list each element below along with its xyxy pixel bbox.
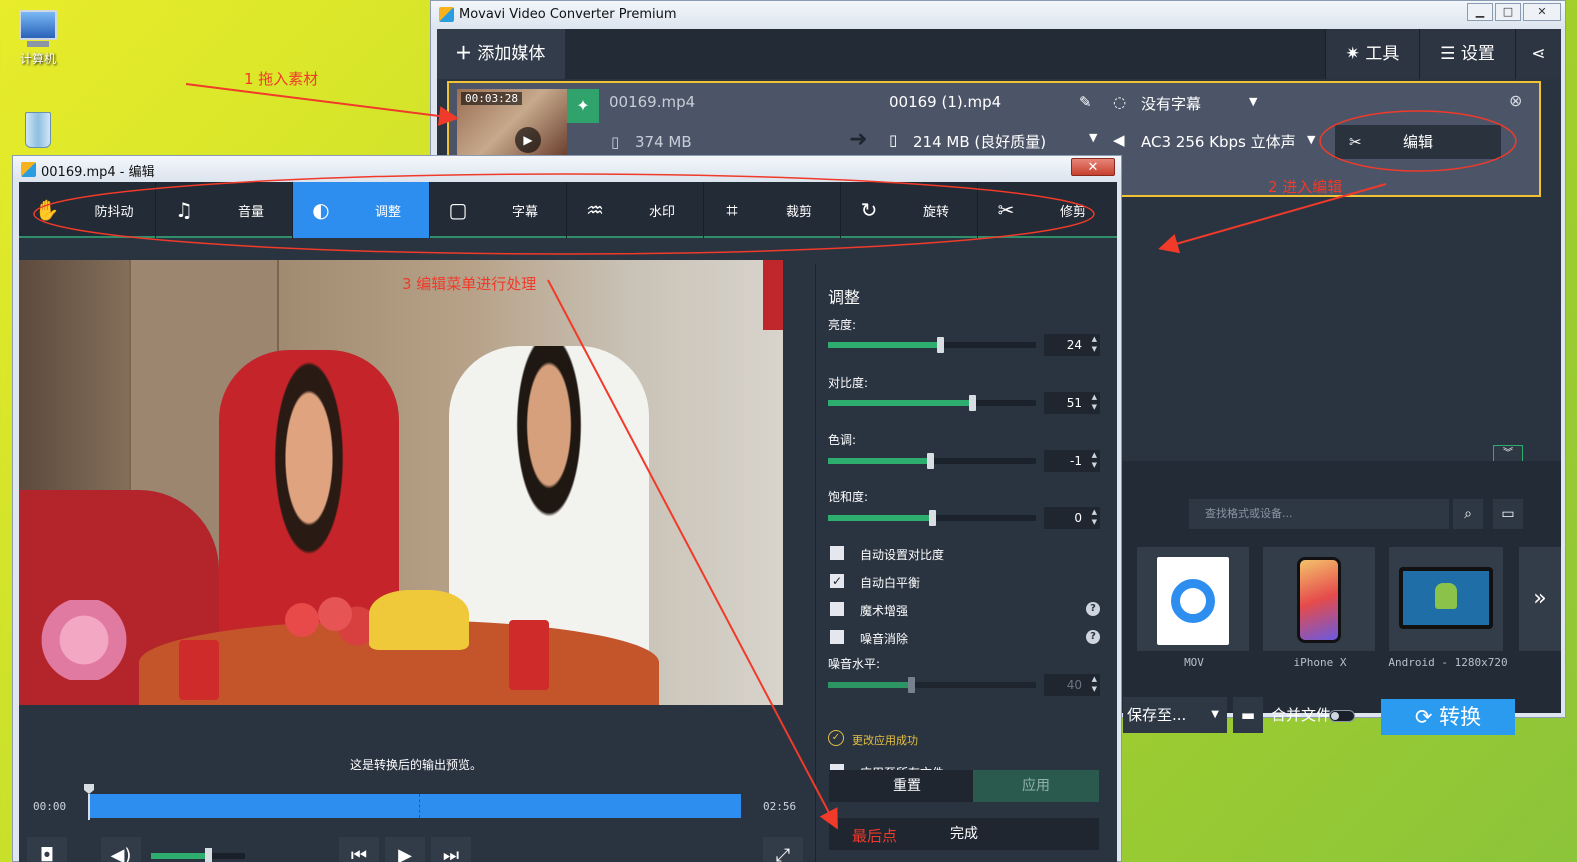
annotation-ellipse-edit <box>1319 110 1517 172</box>
annotation-arrow-3 <box>547 279 838 830</box>
annotation-overlay <box>33 83 1517 830</box>
annotation-arrow-1 <box>185 83 459 126</box>
annotation-final: 最后点 <box>852 827 898 845</box>
annotation-ellipse-tabs <box>33 173 1095 255</box>
annotation-step2: 2 进入编辑 <box>1268 178 1343 196</box>
annotation-step1: 1 拖入素材 <box>244 70 319 88</box>
annotation-step3: 3 编辑菜单进行处理 <box>402 275 537 293</box>
